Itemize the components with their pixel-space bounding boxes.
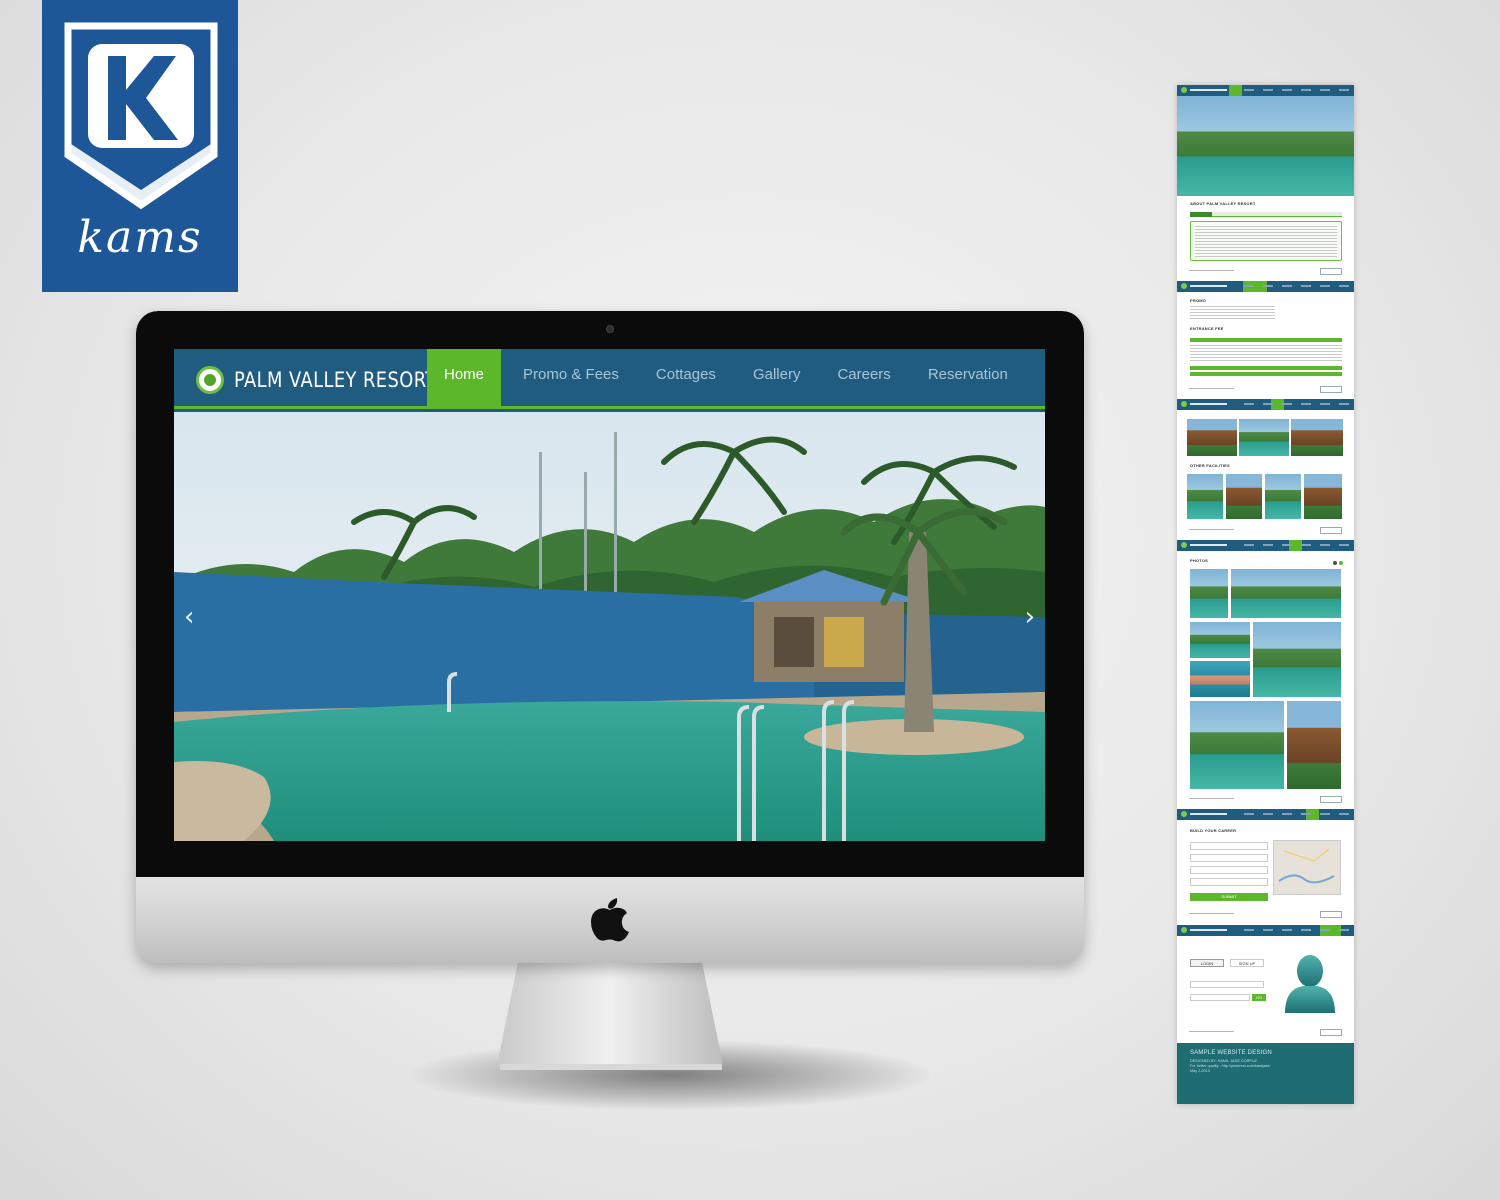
thumb-facility-4: [1304, 474, 1342, 519]
nav-cottages[interactable]: Cottages: [639, 349, 733, 409]
thumb-career-field-2[interactable]: [1190, 854, 1268, 862]
thumb-cottage-3: [1291, 419, 1343, 456]
imac-chin: [136, 877, 1084, 963]
thumb-careers-footer: [1189, 911, 1342, 918]
thumb-gallery-dots: [1333, 561, 1343, 565]
thumb-footer: SAMPLE WEBSITE DESIGN DESIGNED BY: KAMIL…: [1177, 1043, 1354, 1104]
thumb-home-about-box: [1190, 221, 1342, 261]
thumb-password-field[interactable]: [1190, 994, 1250, 1001]
thumb-entrance-title: ENTRANCE FEE: [1190, 326, 1224, 331]
thumb-login-footer: [1189, 1029, 1342, 1036]
imac-bezel: PALM VALLEY RESORT Home Promo & Fees Cot…: [136, 311, 1084, 877]
footer-date: May 2,2013: [1190, 1069, 1210, 1073]
thumb-facility-3: [1265, 474, 1301, 519]
thumb-gallery-footer: [1189, 796, 1342, 803]
thumb-gallery-2: [1231, 569, 1341, 618]
nav-reservation[interactable]: Reservation: [911, 349, 1025, 409]
thumb-login-go[interactable]: GO: [1252, 994, 1266, 1001]
nav-gallery[interactable]: Gallery: [736, 349, 818, 409]
thumb-promo-text: [1190, 306, 1275, 320]
thumb-facility-1: [1187, 474, 1223, 519]
thumb-career-field-1[interactable]: [1190, 842, 1268, 850]
thumb-fee-row-2: [1190, 372, 1342, 376]
thumb-fee-row-1: [1190, 366, 1342, 370]
thumb-cottages-footer: [1189, 527, 1342, 534]
imac-monitor: PALM VALLEY RESORT Home Promo & Fees Cot…: [136, 311, 1084, 963]
thumb-gallery-title: PHOTOS: [1190, 558, 1209, 563]
apple-icon: [591, 898, 629, 942]
chevron-left-icon[interactable]: ‹: [184, 602, 194, 632]
nav-careers[interactable]: Careers: [820, 349, 907, 409]
thumb-gallery-4: [1190, 661, 1250, 697]
thumb-gallery-nav: [1177, 540, 1354, 551]
thumb-career-submit[interactable]: SUBMIT: [1190, 893, 1268, 901]
thumb-promo-nav: [1177, 281, 1354, 292]
thumb-home-nav: [1177, 85, 1354, 96]
thumb-careers-title: BUILD YOUR CAREER: [1190, 828, 1237, 833]
thumb-career-field-3[interactable]: [1190, 866, 1268, 874]
thumb-gallery-3: [1190, 622, 1250, 658]
camera-icon: [606, 325, 614, 333]
thumb-home-hero: [1177, 96, 1354, 196]
thumb-fee-table: [1190, 345, 1342, 363]
thumb-cottages-nav: [1177, 399, 1354, 410]
thumb-login-tab[interactable]: LOGIN: [1190, 959, 1224, 967]
hero-slider: ‹ ›: [174, 412, 1045, 841]
thumb-username-field[interactable]: [1190, 981, 1264, 988]
thumb-career-select[interactable]: [1190, 878, 1268, 886]
website-screen: PALM VALLEY RESORT Home Promo & Fees Cot…: [174, 349, 1045, 841]
thumb-gallery-1: [1190, 569, 1228, 618]
thumb-signup-tab[interactable]: SIGN UP: [1230, 959, 1264, 967]
page-thumbnails: ABOUT PALM VALLEY RESORT PROMO ENTRANCE …: [1177, 85, 1354, 1104]
resort-logo-icon: [196, 366, 224, 394]
site-brand-name: PALM VALLEY RESORT: [234, 368, 437, 392]
thumb-home-title: ABOUT PALM VALLEY RESORT: [1190, 201, 1256, 206]
thumb-facility-2: [1226, 474, 1262, 519]
thumb-gallery-6: [1190, 701, 1284, 789]
user-avatar-icon: [1285, 955, 1335, 1013]
site-header: PALM VALLEY RESORT Home Promo & Fees Cot…: [174, 349, 1045, 409]
footer-title: SAMPLE WEBSITE DESIGN: [1190, 1050, 1272, 1056]
thumb-promo-footer: [1189, 386, 1342, 393]
hero-pool-image: [174, 412, 1045, 841]
thumb-careers-nav: [1177, 809, 1354, 820]
thumb-home-tabs: [1190, 212, 1342, 217]
nav-promo-fees[interactable]: Promo & Fees: [506, 349, 636, 409]
thumb-gallery-5: [1253, 622, 1341, 697]
chevron-right-icon[interactable]: ›: [1025, 602, 1035, 632]
nav-home[interactable]: Home: [427, 349, 502, 409]
main-nav: Home Promo & Fees Cottages Gallery Caree…: [427, 349, 1028, 409]
thumb-login-nav: [1177, 925, 1354, 936]
thumb-fee-header: [1190, 338, 1342, 342]
thumb-promo-title: PROMO: [1190, 298, 1207, 303]
thumb-cottage-1: [1187, 419, 1237, 456]
thumb-career-map: [1273, 840, 1341, 895]
thumb-gallery-7: [1287, 701, 1341, 789]
thumb-cottages-title: OTHER FACILITIES: [1190, 463, 1230, 468]
thumb-home-footer: [1189, 268, 1342, 275]
thumb-cottage-2: [1239, 419, 1289, 456]
